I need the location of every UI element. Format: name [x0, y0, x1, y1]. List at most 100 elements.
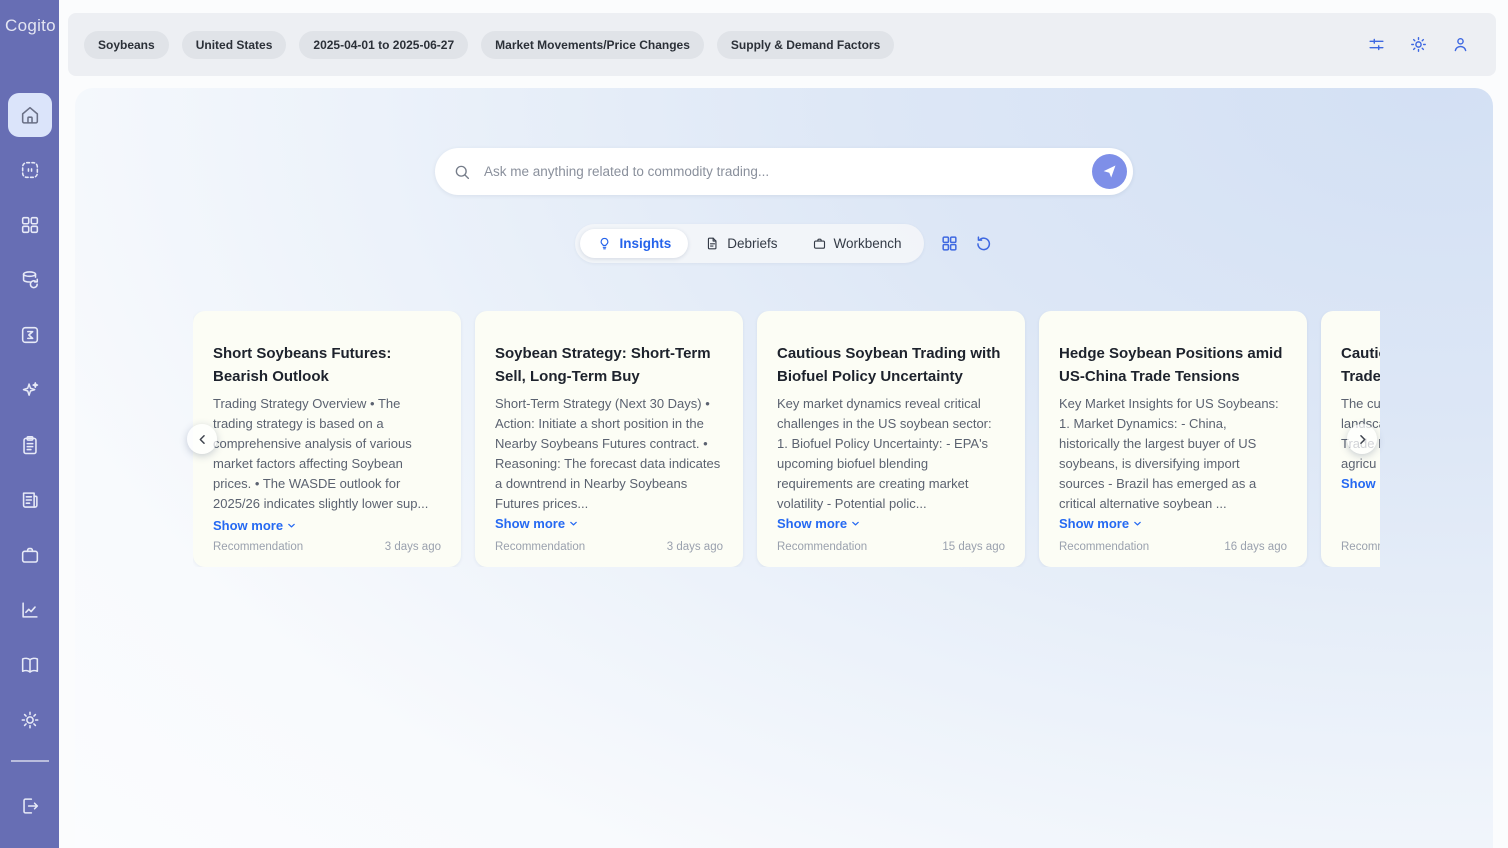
- chevron-right-icon: [1355, 432, 1370, 447]
- chevron-left-icon: [195, 432, 210, 447]
- tab-label: Workbench: [834, 236, 902, 251]
- grid-view-button[interactable]: [940, 234, 959, 253]
- lightbulb-icon: [597, 236, 612, 251]
- send-button[interactable]: [1092, 154, 1127, 189]
- card-title: Cautious Trade Un: [1341, 342, 1380, 389]
- card-body: Key Market Insights for US Soybeans: 1. …: [1059, 394, 1287, 514]
- filter-chip-topic-1[interactable]: Market Movements/Price Changes: [481, 31, 704, 59]
- insight-card[interactable]: Cautious Soybean Trading with Biofuel Po…: [757, 311, 1025, 567]
- tab-label: Insights: [619, 236, 671, 251]
- card-timestamp: 3 days ago: [667, 541, 723, 553]
- card-tag: Recommendation: [777, 541, 867, 553]
- sidebar-nav: [8, 93, 52, 839]
- tab-insights[interactable]: Insights: [580, 229, 688, 258]
- sparkles-icon: [19, 379, 41, 401]
- filter-chip-region[interactable]: United States: [182, 31, 287, 59]
- carousel-track: Short Soybeans Futures: Bearish Outlook …: [193, 311, 1380, 567]
- filter-chip-date-range[interactable]: 2025-04-01 to 2025-06-27: [299, 31, 468, 59]
- user-profile-button[interactable]: [1451, 35, 1470, 54]
- sidebar-divider: [11, 760, 49, 762]
- briefcase-icon: [19, 544, 41, 566]
- clipboard-icon: [19, 434, 41, 456]
- chevron-down-icon: [850, 518, 861, 529]
- show-more-link[interactable]: Show more: [213, 516, 297, 536]
- theme-toggle-button[interactable]: [1409, 35, 1428, 54]
- sidebar-item-news[interactable]: [8, 478, 52, 522]
- logout-icon: [19, 795, 41, 817]
- grid-view-icon: [940, 234, 959, 253]
- sidebar-item-dashboard[interactable]: [8, 203, 52, 247]
- carousel-prev-button[interactable]: [187, 424, 217, 454]
- book-icon: [19, 654, 41, 676]
- sidebar-item-settings[interactable]: [8, 698, 52, 742]
- tab-workbench[interactable]: Workbench: [795, 229, 919, 258]
- insights-carousel: Short Soybeans Futures: Bearish Outlook …: [193, 311, 1380, 567]
- document-icon: [705, 236, 720, 251]
- filter-chips: Soybeans United States 2025-04-01 to 202…: [68, 31, 894, 59]
- sidebar-item-tasks[interactable]: [8, 423, 52, 467]
- chart-icon: [19, 599, 41, 621]
- database-sync-icon: [19, 269, 41, 291]
- card-timestamp: 3 days ago: [385, 541, 441, 553]
- chevron-down-icon: [1132, 518, 1143, 529]
- refresh-button[interactable]: [974, 234, 993, 253]
- sliders-icon: [1367, 35, 1386, 54]
- sigma-icon: [19, 324, 41, 346]
- workbench-icon: [812, 236, 827, 251]
- card-body: Short-Term Strategy (Next 30 Days) • Act…: [495, 394, 723, 514]
- card-body: Key market dynamics reveal critical chal…: [777, 394, 1005, 514]
- main-content: Insights Debriefs Workbench: [75, 88, 1493, 848]
- sidebar-item-scan[interactable]: [8, 148, 52, 192]
- filter-chip-commodity[interactable]: Soybeans: [84, 31, 169, 59]
- show-more-link[interactable]: Show more: [777, 516, 861, 531]
- card-body: Trading Strategy Overview • The trading …: [213, 394, 441, 536]
- card-timestamp: 16 days ago: [1224, 541, 1287, 553]
- show-more-link[interactable]: Show more: [1059, 516, 1143, 531]
- dashboard-icon: [19, 214, 41, 236]
- card-footer: Recommendation 16 days ago: [1059, 541, 1287, 553]
- topbar-actions: [1367, 35, 1496, 54]
- insight-card[interactable]: Soybean Strategy: Short-Term Sell, Long-…: [475, 311, 743, 567]
- card-timestamp: 15 days ago: [942, 541, 1005, 553]
- search-input[interactable]: [482, 163, 1092, 180]
- show-more-link[interactable]: Show more: [1341, 476, 1380, 491]
- carousel-next-button[interactable]: [1347, 424, 1377, 454]
- home-icon: [19, 104, 41, 126]
- filter-settings-button[interactable]: [1367, 35, 1386, 54]
- insight-card[interactable]: Short Soybeans Futures: Bearish Outlook …: [193, 311, 461, 567]
- sidebar-item-portfolio[interactable]: [8, 533, 52, 577]
- search-bar: [435, 148, 1133, 195]
- carousel-clip: Short Soybeans Futures: Bearish Outlook …: [193, 311, 1380, 567]
- card-footer: Recommendation 15 days ago: [777, 541, 1005, 553]
- card-tag: Recommendation: [1341, 541, 1380, 553]
- chevron-down-icon: [286, 520, 297, 531]
- settings-icon: [19, 709, 41, 731]
- sidebar-item-ai[interactable]: [8, 368, 52, 412]
- card-tag: Recommendation: [213, 541, 303, 553]
- tab-debriefs[interactable]: Debriefs: [688, 229, 794, 258]
- tabs-row: Insights Debriefs Workbench: [75, 224, 1493, 263]
- filter-chip-topic-2[interactable]: Supply & Demand Factors: [717, 31, 894, 59]
- sidebar-item-logout[interactable]: [8, 784, 52, 828]
- sidebar-item-home[interactable]: [8, 93, 52, 137]
- card-title: Hedge Soybean Positions amid US-China Tr…: [1059, 342, 1287, 389]
- top-filter-bar: Soybeans United States 2025-04-01 to 202…: [68, 13, 1496, 76]
- card-title: Soybean Strategy: Short-Term Sell, Long-…: [495, 342, 723, 389]
- scan-icon: [19, 159, 41, 181]
- app-logo: Cogito: [0, 0, 59, 36]
- sidebar-item-formulas[interactable]: [8, 313, 52, 357]
- card-footer: Recommendation 3 days ago: [495, 541, 723, 553]
- card-tag: Recommendation: [1059, 541, 1149, 553]
- view-actions: [940, 234, 993, 253]
- card-title: Cautious Soybean Trading with Biofuel Po…: [777, 342, 1005, 389]
- sidebar-item-data-sync[interactable]: [8, 258, 52, 302]
- show-more-link[interactable]: Show more: [495, 516, 579, 531]
- sidebar-item-knowledge[interactable]: [8, 643, 52, 687]
- sidebar: Cogito: [0, 0, 59, 848]
- insight-card[interactable]: Hedge Soybean Positions amid US-China Tr…: [1039, 311, 1307, 567]
- card-footer: Recommendation 3 days ago: [213, 541, 441, 553]
- tab-group: Insights Debriefs Workbench: [575, 224, 923, 263]
- search-icon: [453, 163, 471, 181]
- send-plane-icon: [1101, 163, 1118, 180]
- sidebar-item-analytics[interactable]: [8, 588, 52, 632]
